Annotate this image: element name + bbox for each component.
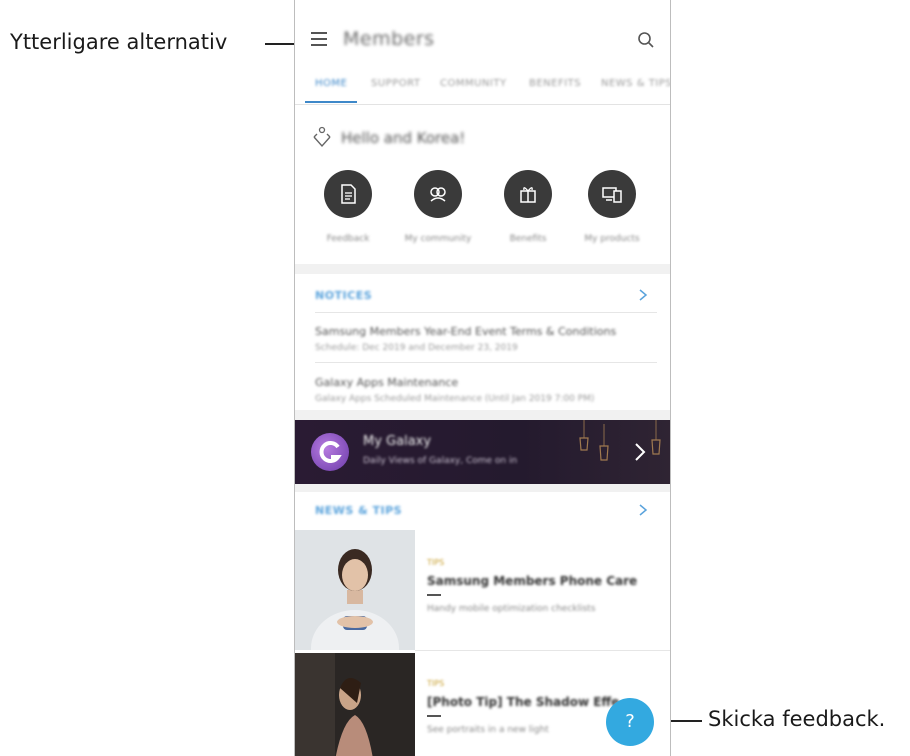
quick-action-label: Benefits [509, 234, 547, 244]
callout-send-feedback: Skicka feedback. [708, 707, 886, 731]
section-separator [295, 484, 670, 492]
news-subtitle: Handy mobile optimization checklists [427, 604, 596, 614]
quick-action-label: My products [584, 234, 640, 244]
feedback-button[interactable]: ? [606, 698, 654, 746]
galaxy-subtitle: Daily Views of Galaxy, Come on in [363, 456, 518, 466]
chevron-right-icon[interactable] [638, 288, 648, 302]
tab-benefits[interactable]: BENEFITS [529, 78, 581, 89]
notices-header[interactable]: NOTICES [315, 289, 372, 302]
notice-subtitle: Schedule: Dec 2019 and December 23, 2019 [315, 343, 518, 353]
quick-action-benefits[interactable]: Benefits [483, 170, 573, 244]
divider [315, 312, 657, 313]
lantern-decoration-icon [651, 420, 661, 455]
news-subtitle: See portraits in a new light [427, 725, 549, 735]
lantern-decoration-icon [579, 420, 589, 451]
news-meta: TIPS [427, 558, 445, 567]
notice-subtitle: Galaxy Apps Scheduled Maintenance (Until… [315, 394, 595, 404]
galaxy-logo-icon [311, 433, 349, 471]
tab-indicator [305, 101, 357, 103]
news-tips-header[interactable]: NEWS & TIPS [315, 504, 402, 517]
news-thumbnail-image [295, 530, 415, 650]
tab-bar: HOME SUPPORT COMMUNITY BENEFITS NEWS & T… [295, 70, 670, 105]
divider [415, 650, 670, 651]
news-divider [427, 594, 441, 596]
section-separator [295, 264, 670, 274]
tab-support[interactable]: SUPPORT [371, 78, 420, 89]
search-icon[interactable] [636, 30, 656, 50]
news-divider [427, 715, 441, 717]
chevron-right-icon[interactable] [634, 442, 646, 462]
hamburger-icon[interactable] [311, 32, 327, 46]
app-bar: Members [295, 18, 670, 62]
galaxy-title: My Galaxy [363, 434, 432, 449]
chevron-right-icon[interactable] [638, 503, 648, 517]
tab-community[interactable]: COMMUNITY [440, 78, 507, 89]
people-icon [430, 187, 446, 202]
section-separator [295, 410, 670, 420]
lantern-decoration-icon [599, 424, 609, 461]
devices-icon [602, 187, 622, 203]
news-meta: TIPS [427, 679, 445, 688]
app-title: Members [343, 28, 435, 50]
quick-action-feedback[interactable]: Feedback [303, 170, 393, 244]
my-galaxy-banner[interactable]: My Galaxy Daily Views of Galaxy, Come on… [295, 420, 670, 484]
news-title: Samsung Members Phone Care [427, 574, 638, 588]
quick-action-community[interactable]: My community [393, 170, 483, 244]
quick-action-label: My community [404, 234, 472, 244]
quick-action-products[interactable]: My products [567, 170, 657, 244]
notice-title: Samsung Members Year-End Event Terms & C… [315, 325, 617, 338]
news-card[interactable]: TIPS Samsung Members Phone Care Handy mo… [295, 530, 670, 650]
news-title: [Photo Tip] The Shadow Effe [427, 695, 620, 709]
notice-item[interactable]: Samsung Members Year-End Event Terms & C… [315, 325, 655, 353]
help-icon: ? [625, 711, 635, 732]
news-thumbnail-image [295, 653, 415, 756]
greeting-text: Hello and Korea! [341, 129, 466, 147]
tab-news-tips[interactable]: NEWS & TIPS [601, 78, 670, 89]
notice-item[interactable]: Galaxy Apps Maintenance Galaxy Apps Sche… [315, 376, 655, 404]
greeting-icon [313, 126, 331, 148]
document-icon [341, 184, 356, 204]
phone-screen: Members HOME SUPPORT COMMUNITY BENEFITS … [294, 0, 671, 756]
callout-more-options: Ytterligare alternativ [10, 30, 228, 54]
tab-home[interactable]: HOME [315, 78, 347, 89]
notice-title: Galaxy Apps Maintenance [315, 376, 459, 389]
quick-action-label: Feedback [326, 234, 370, 244]
gift-icon [520, 187, 536, 203]
divider [315, 362, 657, 363]
